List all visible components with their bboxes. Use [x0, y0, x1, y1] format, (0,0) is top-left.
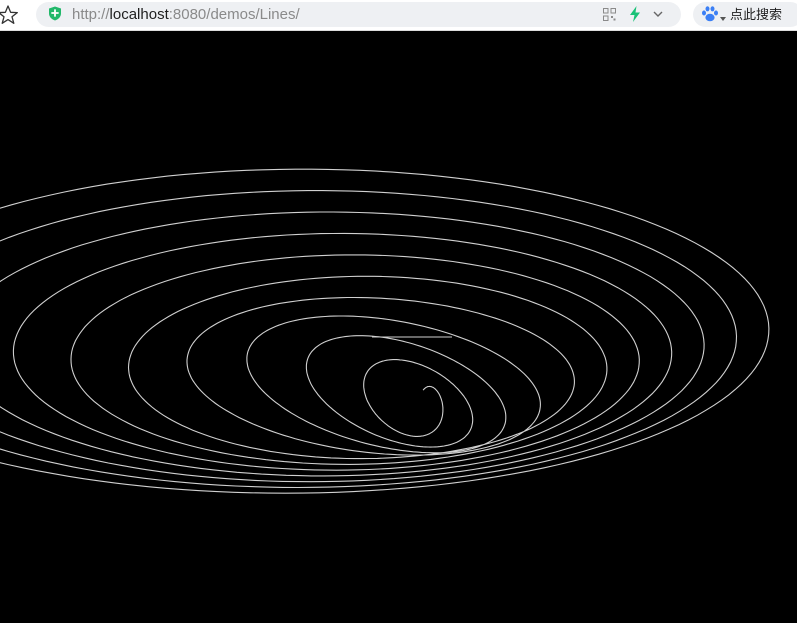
url-text[interactable]: http://localhost:8080/demos/Lines/: [72, 6, 300, 23]
chevron-down-icon[interactable]: [652, 9, 664, 19]
paw-icon[interactable]: [701, 5, 719, 23]
caret-down-icon[interactable]: [720, 17, 726, 21]
spiral-lines: [0, 168, 770, 494]
address-bar[interactable]: http://localhost:8080/demos/Lines/: [36, 2, 681, 27]
browser-toolbar: http://localhost:8080/demos/Lines/ 点此搜索: [0, 0, 797, 31]
shield-icon[interactable]: [48, 6, 62, 21]
url-prefix: http://: [72, 6, 110, 23]
url-path: :8080/demos/Lines/: [168, 6, 300, 23]
spiral-path: [0, 168, 770, 494]
search-box[interactable]: 点此搜索: [693, 2, 797, 27]
qr-icon[interactable]: [603, 8, 616, 21]
webgl-canvas[interactable]: [0, 31, 797, 623]
star-icon[interactable]: [0, 4, 19, 26]
search-label: 点此搜索: [730, 7, 783, 22]
bolt-icon[interactable]: [629, 6, 641, 22]
url-host: localhost: [109, 6, 169, 23]
